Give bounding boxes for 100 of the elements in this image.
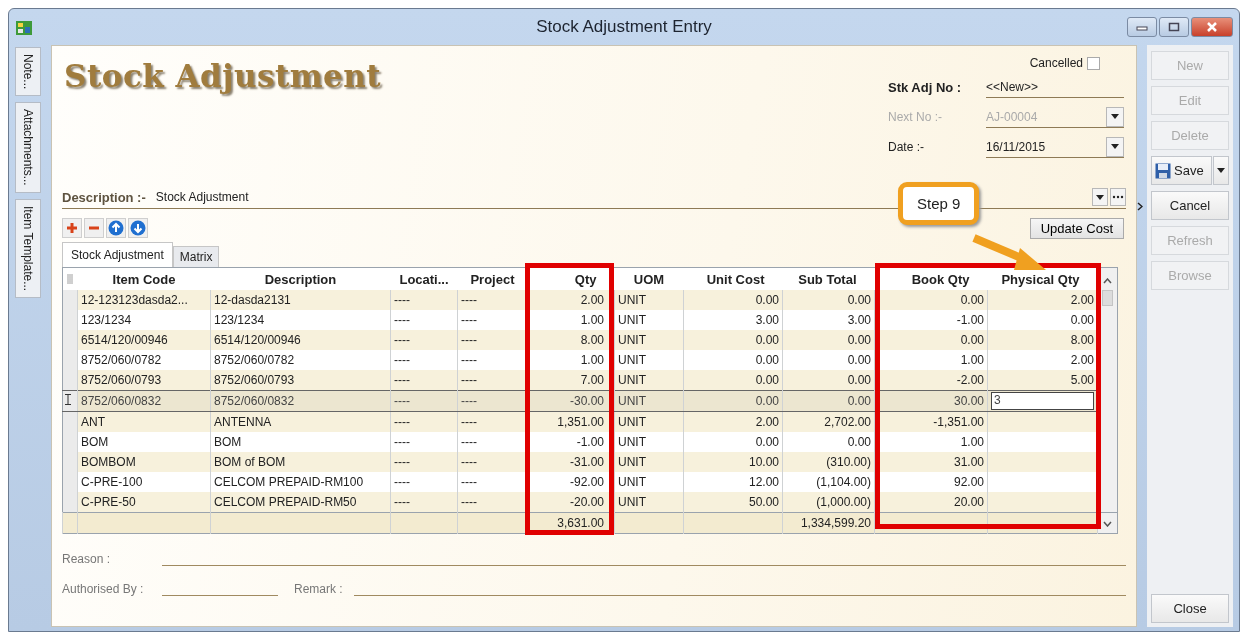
field-label: Remark :: [294, 582, 344, 596]
table-row[interactable]: ANT ANTENNA ---- ---- 1,351.00 UNIT 2.00 2,702.00 -1,351.00: [62, 411, 1118, 432]
table-row[interactable]: 8752/060/0832 8752/060/0832 ---- ---- -30.00 UNIT 0.00 0.00 30.00 3: [62, 390, 1118, 412]
column-header[interactable]: Locati...: [390, 267, 458, 290]
action-button[interactable]: Cancel: [1151, 191, 1229, 220]
table-cell: ----: [394, 495, 410, 509]
table-cell: -1.00: [576, 435, 604, 449]
table-row[interactable]: 12-123123dasda2... 12-dasda2131 ---- ---- 2.00 UNIT 0.00 0.00 0.00 2.00: [62, 290, 1118, 310]
field-label: Authorised By :: [62, 582, 145, 596]
table-cell: C-PRE-50: [81, 495, 136, 509]
table-cell: CELCOM PREPAID-RM100: [214, 475, 364, 489]
table-cell: ----: [461, 373, 477, 387]
table-row[interactable]: C-PRE-50 CELCOM PREPAID-RM50 ---- ---- -20.00 UNIT 50.00 (1,000.00) 20.00: [62, 492, 1118, 513]
checkbox-label: Cancelled: [1029, 56, 1083, 70]
table-cell: UNIT: [618, 394, 646, 408]
add-row-button[interactable]: [62, 218, 82, 238]
more-button[interactable]: [1110, 188, 1126, 206]
table-cell: 0.00: [847, 293, 871, 307]
plus-icon: [66, 222, 78, 234]
tab[interactable]: Matrix: [172, 246, 220, 267]
table-cell: BOM: [214, 435, 242, 449]
dropdown-button[interactable]: [1092, 188, 1108, 206]
input-field[interactable]: <<New>>: [986, 76, 1124, 98]
column-header[interactable]: UOM: [614, 267, 684, 290]
column-header[interactable]: Item Code: [77, 267, 211, 290]
table-cell: 20.00: [953, 495, 984, 509]
table-cell: 3.00: [755, 313, 779, 327]
save-button[interactable]: Save: [1151, 156, 1212, 185]
table-row[interactable]: 6514/120/00946 6514/120/00946 ---- ---- 8.00 UNIT 0.00 0.00 0.00 8.00: [62, 330, 1118, 350]
table-cell: (310.00): [826, 455, 871, 469]
move-up-button[interactable]: [106, 218, 126, 238]
table-cell: UNIT: [618, 435, 646, 449]
table-cell: 0.00: [847, 353, 871, 367]
move-down-button[interactable]: [128, 218, 148, 238]
table-cell: 1.00: [580, 313, 604, 327]
scrollbar-thumb[interactable]: [1102, 290, 1113, 306]
table-row[interactable]: 8752/060/0793 8752/060/0793 ---- ---- 7.00 UNIT 0.00 0.00 -2.00 5.00: [62, 370, 1118, 391]
scroll-down-icon[interactable]: [1103, 521, 1112, 527]
table-cell: ----: [394, 373, 410, 387]
close-form-button[interactable]: Close: [1151, 594, 1229, 623]
table-cell: 8.00: [1070, 333, 1094, 347]
table-row[interactable]: BOMBOM BOM of BOM ---- ---- -31.00 UNIT 10.00 (310.00) 31.00: [62, 452, 1118, 472]
table-cell: 12-dasda2131: [214, 293, 291, 307]
table-cell: 8752/060/0793: [81, 373, 162, 387]
table-cell: ----: [461, 435, 477, 449]
close-button[interactable]: [1191, 17, 1233, 37]
table-cell: 8.00: [580, 333, 604, 347]
table-cell: BOMBOM: [81, 455, 136, 469]
table-cell: ----: [461, 333, 477, 347]
table-cell: 8752/060/0793: [214, 373, 295, 387]
table-cell: ----: [461, 313, 477, 327]
table-cell: 123/1234: [214, 313, 265, 327]
column-header[interactable]: Project: [457, 267, 528, 290]
table-cell: 123/1234: [81, 313, 132, 327]
maximize-button[interactable]: [1159, 17, 1189, 37]
remove-row-button[interactable]: [84, 218, 104, 238]
cell-editor[interactable]: 3: [991, 392, 1094, 410]
column-header[interactable]: Unit Cost: [683, 267, 783, 290]
table-cell: 2.00: [1070, 293, 1094, 307]
table-cell: 0.00: [847, 373, 871, 387]
column-header[interactable]: Sub Total: [782, 267, 875, 290]
table-cell: 0.00: [847, 435, 871, 449]
cancelled-checkbox[interactable]: [1087, 56, 1100, 70]
side-tab[interactable]: Item Template...: [15, 199, 41, 299]
table-cell: ----: [394, 313, 410, 327]
table-cell: 1.00: [580, 353, 604, 367]
tab[interactable]: Stock Adjustment: [62, 242, 173, 267]
table-cell: ----: [461, 353, 477, 367]
field-label: Date :-: [888, 140, 925, 154]
column-header[interactable]: Description: [210, 267, 391, 290]
window-title: Stock Adjustment Entry: [536, 17, 712, 37]
down-arrow-icon: [130, 220, 146, 236]
table-cell: 0.00: [847, 333, 871, 347]
table-cell: 10.00: [748, 455, 779, 469]
table-cell: ----: [461, 495, 477, 509]
scroll-up-icon[interactable]: [1102, 277, 1112, 284]
side-tab[interactable]: Attachments...: [15, 102, 41, 194]
table-cell: CELCOM PREPAID-RM50: [214, 495, 357, 509]
table-cell: 0.00: [960, 293, 984, 307]
table-cell: 0.00: [1070, 313, 1094, 327]
table-cell: ----: [461, 455, 477, 469]
minimize-icon: [1136, 23, 1148, 31]
table-cell: 8752/060/0832: [81, 394, 162, 408]
callout: Step 9: [898, 182, 980, 225]
table-cell: ----: [394, 435, 410, 449]
save-dropdown-button[interactable]: [1213, 156, 1229, 185]
table-cell: (1,000.00): [816, 495, 871, 509]
combo-field[interactable]: 16/11/2015: [986, 136, 1124, 158]
table-cell: BOM of BOM: [214, 455, 286, 469]
side-tab[interactable]: Note...: [15, 47, 41, 97]
table-cell: ----: [394, 333, 410, 347]
table-cell: -2.00: [956, 373, 984, 387]
caret-icon: [1217, 168, 1225, 173]
table-cell: 12-123123dasda2...: [81, 293, 188, 307]
table-cell: ----: [461, 475, 477, 489]
table-cell: 8752/060/0782: [214, 353, 295, 367]
table-cell: BOM: [81, 435, 109, 449]
app-icon: [15, 18, 33, 36]
update-cost-button[interactable]: Update Cost: [1029, 217, 1124, 239]
table-cell: ANTENNA: [214, 415, 272, 429]
